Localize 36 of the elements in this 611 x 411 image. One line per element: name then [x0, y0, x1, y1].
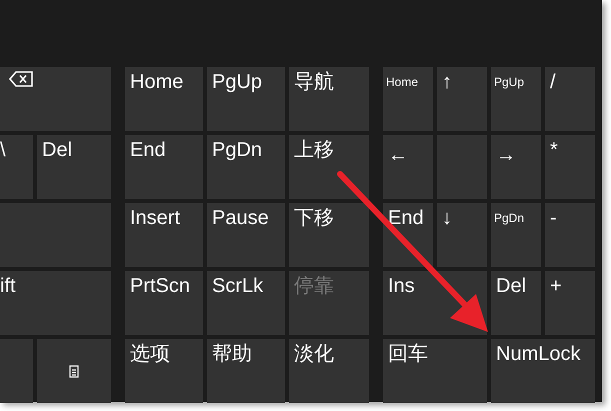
keyboard-key[interactable]: 上移: [289, 135, 369, 199]
keyboard-key[interactable]: Del: [491, 271, 541, 335]
keyboard-key[interactable]: *: [545, 135, 595, 199]
keyboard-key[interactable]: 导航: [289, 67, 369, 131]
keyboard-key[interactable]: -: [545, 203, 595, 267]
keyboard-key[interactable]: /: [545, 67, 595, 131]
keyboard-key[interactable]: Del: [37, 135, 111, 199]
keyboard-key[interactable]: Home: [125, 67, 203, 131]
keyboard-key[interactable]: +: [545, 271, 595, 335]
menu-icon: [69, 364, 79, 378]
keyboard-key[interactable]: ↓: [437, 203, 487, 267]
keyboard-key[interactable]: \: [0, 135, 33, 199]
keyboard-key[interactable]: PgDn: [207, 135, 285, 199]
keyboard-key[interactable]: ift: [0, 271, 111, 335]
keyboard-key[interactable]: Home: [383, 67, 433, 131]
keyboard-key[interactable]: PrtScn: [125, 271, 203, 335]
keyboard-key[interactable]: NumLock: [491, 339, 595, 403]
keyboard-key[interactable]: Insert: [125, 203, 203, 267]
keyboard-key[interactable]: 淡化: [289, 339, 369, 403]
keyboard-key[interactable]: 下移: [289, 203, 369, 267]
keyboard-key[interactable]: End: [125, 135, 203, 199]
keyboard-key[interactable]: 回车: [383, 339, 487, 403]
keyboard-key[interactable]: PgUp: [207, 67, 285, 131]
blank-key[interactable]: [0, 339, 33, 403]
backspace-key[interactable]: [0, 67, 111, 131]
menu-key[interactable]: [37, 339, 111, 403]
keyboard-key[interactable]: ←: [383, 135, 433, 199]
keyboard-key[interactable]: →: [491, 135, 541, 199]
keyboard-key[interactable]: 选项: [125, 339, 203, 403]
keyboard-key[interactable]: PgDn: [491, 203, 541, 267]
keyboard-key[interactable]: 帮助: [207, 339, 285, 403]
keyboard-key[interactable]: ScrLk: [207, 271, 285, 335]
keyboard-key[interactable]: PgUp: [491, 67, 541, 131]
backspace-icon: [9, 71, 33, 87]
keyboard-key[interactable]: Pause: [207, 203, 285, 267]
keyboard-key[interactable]: ↑: [437, 67, 487, 131]
